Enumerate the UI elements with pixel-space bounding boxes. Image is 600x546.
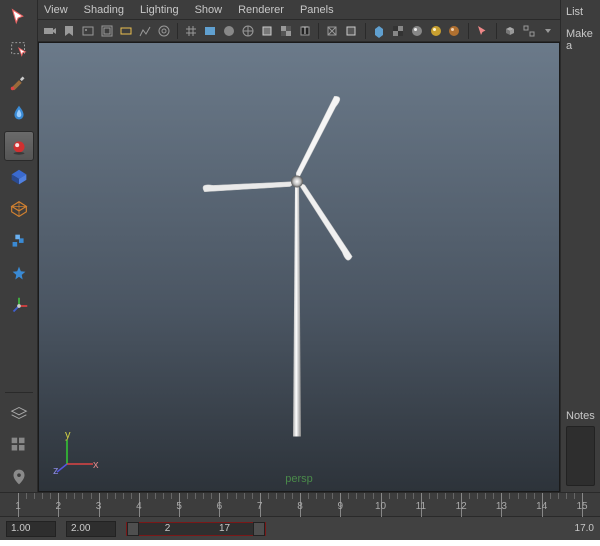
wind-turbine-model — [169, 67, 429, 450]
textured-icon[interactable] — [277, 22, 294, 40]
tick-label: 13 — [496, 501, 507, 512]
range-row: 1.00 2.00 2 17 17.0 — [0, 516, 600, 540]
left-toolbox — [0, 0, 38, 492]
paint-tool[interactable] — [4, 67, 34, 97]
layer-tool[interactable] — [4, 398, 34, 428]
bottom-strip — [0, 540, 600, 546]
film-gate-icon[interactable] — [99, 22, 116, 40]
resolution-gate-icon[interactable] — [202, 22, 219, 40]
tick-label: 12 — [456, 501, 467, 512]
gate-mask-icon[interactable] — [117, 22, 134, 40]
svg-text:z: z — [53, 465, 59, 474]
material-sphere-icon[interactable] — [408, 22, 425, 40]
range-start-handle[interactable] — [127, 522, 139, 536]
material-gold-icon[interactable] — [427, 22, 444, 40]
tick-label: 10 — [375, 501, 386, 512]
outliner-tool[interactable] — [4, 462, 34, 492]
shadow-icon[interactable] — [324, 22, 341, 40]
manipulator-tool[interactable] — [4, 291, 34, 321]
tick-label: 4 — [136, 501, 142, 512]
range-end-value: 17 — [196, 523, 253, 534]
right-panel: List Make a Notes — [560, 0, 600, 492]
expand-icon[interactable] — [520, 22, 537, 40]
tick-label: 3 — [96, 501, 102, 512]
tick-label: 14 — [536, 501, 547, 512]
wire-shaded-icon[interactable] — [258, 22, 275, 40]
select-tool[interactable] — [4, 3, 34, 33]
menu-show[interactable]: Show — [195, 4, 223, 16]
use-lights-icon[interactable]: T — [296, 22, 313, 40]
settings-dropdown-icon[interactable] — [539, 22, 556, 40]
panel-menu-bar: View Shading Lighting Show Renderer Pane… — [38, 0, 560, 20]
isolate-icon[interactable] — [371, 22, 388, 40]
shade-selected-icon[interactable] — [221, 22, 238, 40]
tick-label: 7 — [257, 501, 263, 512]
range-slider[interactable]: 2 17 — [126, 520, 544, 538]
menu-shading[interactable]: Shading — [84, 4, 124, 16]
grid-tool[interactable] — [4, 430, 34, 460]
transform-tool[interactable] — [4, 227, 34, 257]
wireframe-icon[interactable] — [240, 22, 257, 40]
view-axis-gizmo: y x z — [53, 428, 99, 477]
rotate-tool[interactable] — [4, 163, 34, 193]
anim-start-field[interactable]: 1.00 — [6, 521, 56, 537]
move-tool[interactable] — [4, 131, 34, 161]
menu-lighting[interactable]: Lighting — [140, 4, 179, 16]
tick-label: 11 — [416, 501, 426, 512]
snap-tool[interactable] — [4, 259, 34, 289]
menu-panels[interactable]: Panels — [300, 4, 334, 16]
camera-label: persp — [285, 473, 313, 485]
panel-toolbar: T — [38, 20, 560, 42]
time-ruler[interactable]: 123456789101112131415 — [0, 492, 600, 516]
range-end-handle[interactable] — [253, 522, 265, 536]
make-label: Make a — [566, 28, 595, 52]
svg-text:y: y — [65, 429, 71, 441]
material-bronze-icon[interactable] — [446, 22, 463, 40]
playback-end-field[interactable]: 17.0 — [554, 523, 594, 534]
renderer-cube-icon[interactable] — [502, 22, 519, 40]
tick-label: 5 — [176, 501, 182, 512]
tick-label: 9 — [338, 501, 344, 512]
safe-action-icon[interactable] — [155, 22, 172, 40]
bookmark-icon[interactable] — [61, 22, 78, 40]
tick-label: 2 — [56, 501, 62, 512]
xray-icon[interactable] — [343, 22, 360, 40]
svg-text:x: x — [93, 459, 99, 471]
menu-view[interactable]: View — [44, 4, 68, 16]
svg-text:T: T — [301, 25, 308, 37]
camera-select-icon[interactable] — [42, 22, 59, 40]
sculpt-tool[interactable] — [4, 99, 34, 129]
range-start-value: 2 — [139, 523, 196, 534]
tick-label: 15 — [576, 501, 587, 512]
scale-tool[interactable] — [4, 195, 34, 225]
tick-label: 6 — [217, 501, 223, 512]
tick-label: 1 — [15, 501, 21, 512]
field-chart-icon[interactable] — [136, 22, 153, 40]
notes-header: Notes — [566, 410, 595, 422]
tick-label: 8 — [297, 501, 303, 512]
viewport-persp[interactable]: y x z persp — [38, 42, 560, 492]
menu-renderer[interactable]: Renderer — [238, 4, 284, 16]
hq-render-icon[interactable] — [389, 22, 406, 40]
anim-end-field[interactable]: 2.00 — [66, 521, 116, 537]
select-mode-icon[interactable] — [474, 22, 491, 40]
list-label: List — [566, 6, 595, 18]
lasso-tool[interactable] — [4, 35, 34, 65]
image-plane-icon[interactable] — [80, 22, 97, 40]
grid-toggle-icon[interactable] — [183, 22, 200, 40]
notes-textarea[interactable] — [566, 426, 595, 486]
